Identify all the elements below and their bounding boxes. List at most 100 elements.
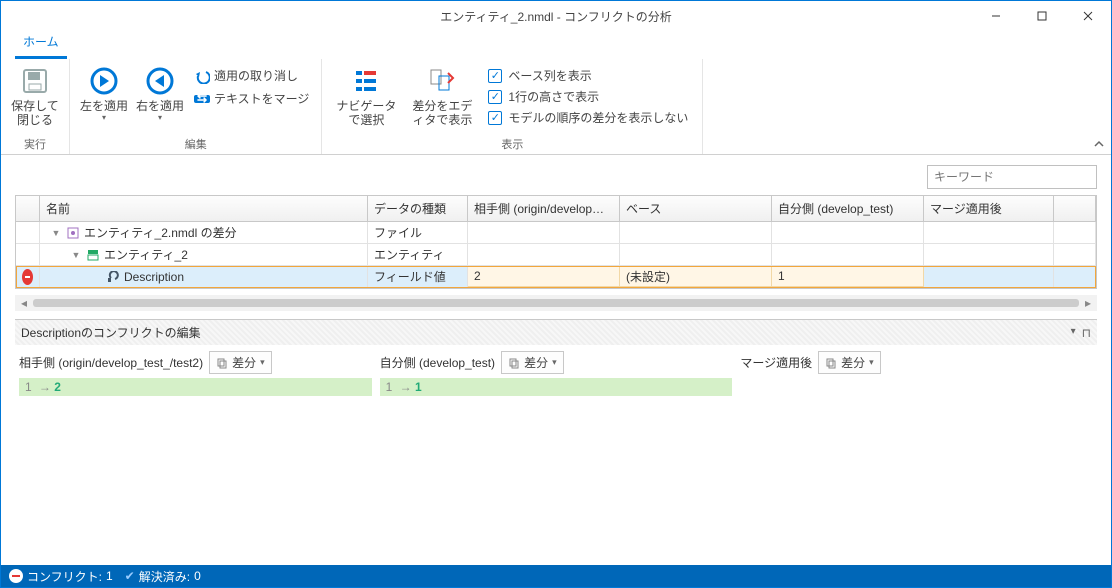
diff-dropdown-button[interactable]: 差分 ▾ xyxy=(501,351,564,374)
tab-home[interactable]: ホーム xyxy=(15,27,67,59)
grid-header: 名前 データの種類 相手側 (origin/develop… ベース 自分側 (… xyxy=(16,196,1096,222)
chevron-down-icon: ▾ xyxy=(158,113,162,123)
table-row[interactable]: ▼ エンティティ_2.nmdl の差分 ファイル xyxy=(16,222,1096,244)
group-edit-label: 編集 xyxy=(185,134,207,152)
row-self: 1 xyxy=(772,266,924,287)
show-base-column-checkbox[interactable]: ✓ ベース列を表示 xyxy=(488,67,688,84)
tree-collapse-icon[interactable]: ▼ xyxy=(50,228,62,238)
row-base: (未設定) xyxy=(620,266,772,287)
tree-collapse-icon[interactable]: ▼ xyxy=(70,250,82,260)
apply-right-label: 右を適用 xyxy=(136,99,184,113)
maximize-button[interactable] xyxy=(1019,1,1065,31)
conflict-label: コンフリクト: xyxy=(27,568,102,585)
undo-icon xyxy=(194,68,210,84)
diff-dropdown-button[interactable]: 差分 ▾ xyxy=(818,351,881,374)
search-input[interactable] xyxy=(927,165,1097,189)
row-other: 2 xyxy=(468,266,620,287)
svg-text:⇆: ⇆ xyxy=(197,93,207,105)
row-after xyxy=(924,222,1054,243)
ribbon-tabs: ホーム xyxy=(1,31,1111,59)
apply-right-button[interactable]: 右を適用 ▾ xyxy=(134,63,186,125)
ribbon: 保存して閉じる 実行 左を適用 ▾ 右を適用 ▾ xyxy=(1,59,1111,155)
group-view-label: 表示 xyxy=(501,134,523,152)
conflict-icon xyxy=(22,269,33,285)
resolved-label: 解決済み: xyxy=(139,568,190,585)
hide-model-order-diff-label: モデルの順序の差分を表示しない xyxy=(508,109,688,126)
undo-apply-button[interactable]: 適用の取り消し xyxy=(190,65,313,86)
merge-text-label: テキストをマージ xyxy=(214,90,309,107)
diff-to: 1 xyxy=(415,380,422,394)
header-pad xyxy=(1054,196,1096,221)
header-status[interactable] xyxy=(16,196,40,221)
show-diff-in-editor-button[interactable]: 差分をエディタで表示 xyxy=(406,63,478,130)
header-base[interactable]: ベース xyxy=(620,196,772,221)
check-icon: ✔ xyxy=(125,569,135,583)
header-after[interactable]: マージ適用後 xyxy=(924,196,1054,221)
save-and-close-button[interactable]: 保存して閉じる xyxy=(9,63,61,130)
diff-btn-label: 差分 xyxy=(841,354,865,371)
close-button[interactable] xyxy=(1065,1,1111,31)
hide-model-order-diff-checkbox[interactable]: ✓ モデルの順序の差分を表示しない xyxy=(488,109,688,126)
header-self[interactable]: 自分側 (develop_test) xyxy=(772,196,924,221)
entity-icon xyxy=(86,248,100,262)
table-row[interactable]: Description フィールド値 2 (未設定) 1 xyxy=(16,266,1096,288)
diff-to: 2 xyxy=(54,380,61,394)
apply-left-label: 左を適用 xyxy=(80,99,128,113)
titlebar: エンティティ_2.nmdl - コンフリクトの分析 xyxy=(1,1,1111,31)
status-resolved: ✔ 解決済み: 0 xyxy=(125,568,201,585)
chevron-down-icon[interactable]: ▾ xyxy=(1071,326,1076,340)
group-exec-label: 実行 xyxy=(24,134,46,152)
select-in-navigator-button[interactable]: ナビゲータで選択 xyxy=(330,63,402,130)
header-type[interactable]: データの種類 xyxy=(368,196,468,221)
merge-icon: ⇆ xyxy=(194,93,210,105)
header-name[interactable]: 名前 xyxy=(40,196,368,221)
row-name: Description xyxy=(124,270,184,284)
conflict-editor-panel: Descriptionのコンフリクトの編集 ▾ ⊓ 相手側 (origin/de… xyxy=(15,319,1097,465)
editor-column-after: マージ適用後 差分 ▾ xyxy=(740,351,1093,437)
file-icon xyxy=(66,226,80,240)
copy-icon xyxy=(216,357,228,369)
apply-left-button[interactable]: 左を適用 ▾ xyxy=(78,63,130,125)
diff-from: 1 xyxy=(386,380,393,394)
collapse-ribbon-button[interactable] xyxy=(1093,138,1105,150)
editor-title: Descriptionのコンフリクトの編集 xyxy=(21,324,201,341)
merge-text-button[interactable]: ⇆ テキストをマージ xyxy=(190,88,313,109)
resolved-count: 0 xyxy=(194,569,201,583)
row-name: エンティティ_2.nmdl の差分 xyxy=(84,224,237,241)
one-line-height-checkbox[interactable]: ✓ 1行の高さで表示 xyxy=(488,88,688,105)
minimize-button[interactable] xyxy=(973,1,1019,31)
diff-grid: 名前 データの種類 相手側 (origin/develop… ベース 自分側 (… xyxy=(15,195,1097,289)
show-diff-in-editor-label: 差分をエディタで表示 xyxy=(408,99,476,128)
other-side-label: 相手側 (origin/develop_test_/test2) xyxy=(19,354,203,371)
arrow-right-circle-icon xyxy=(88,65,120,97)
row-other xyxy=(468,222,620,243)
arrow-left-circle-icon xyxy=(144,65,176,97)
copy-icon xyxy=(825,357,837,369)
table-row[interactable]: ▼ エンティティ_2 エンティティ xyxy=(16,244,1096,266)
row-self xyxy=(772,244,924,265)
diff-line-self: 1 → 1 xyxy=(380,378,733,396)
diff-dropdown-button[interactable]: 差分 ▾ xyxy=(209,351,272,374)
diff-btn-label: 差分 xyxy=(232,354,256,371)
chevron-down-icon: ▾ xyxy=(102,113,106,123)
row-self xyxy=(772,222,924,243)
conflict-status-icon xyxy=(9,569,23,583)
self-side-label: 自分側 (develop_test) xyxy=(380,354,495,371)
row-type: フィールド値 xyxy=(368,266,468,287)
undo-apply-label: 適用の取り消し xyxy=(214,67,298,84)
header-other[interactable]: 相手側 (origin/develop… xyxy=(468,196,620,221)
select-in-navigator-label: ナビゲータで選択 xyxy=(332,99,400,128)
checkbox-checked-icon: ✓ xyxy=(488,111,502,125)
row-base xyxy=(620,222,772,243)
statusbar: コンフリクト: 1 ✔ 解決済み: 0 xyxy=(1,565,1111,587)
pin-icon[interactable]: ⊓ xyxy=(1082,326,1091,340)
diff-from: 1 xyxy=(25,380,32,394)
row-type: ファイル xyxy=(368,222,468,243)
after-merge-label: マージ適用後 xyxy=(740,354,812,371)
row-type: エンティティ xyxy=(368,244,468,265)
row-base xyxy=(620,244,772,265)
one-line-height-label: 1行の高さで表示 xyxy=(508,88,599,105)
horizontal-scrollbar[interactable]: ◂▸ xyxy=(15,295,1097,311)
status-conflict: コンフリクト: 1 xyxy=(9,568,113,585)
row-other xyxy=(468,244,620,265)
